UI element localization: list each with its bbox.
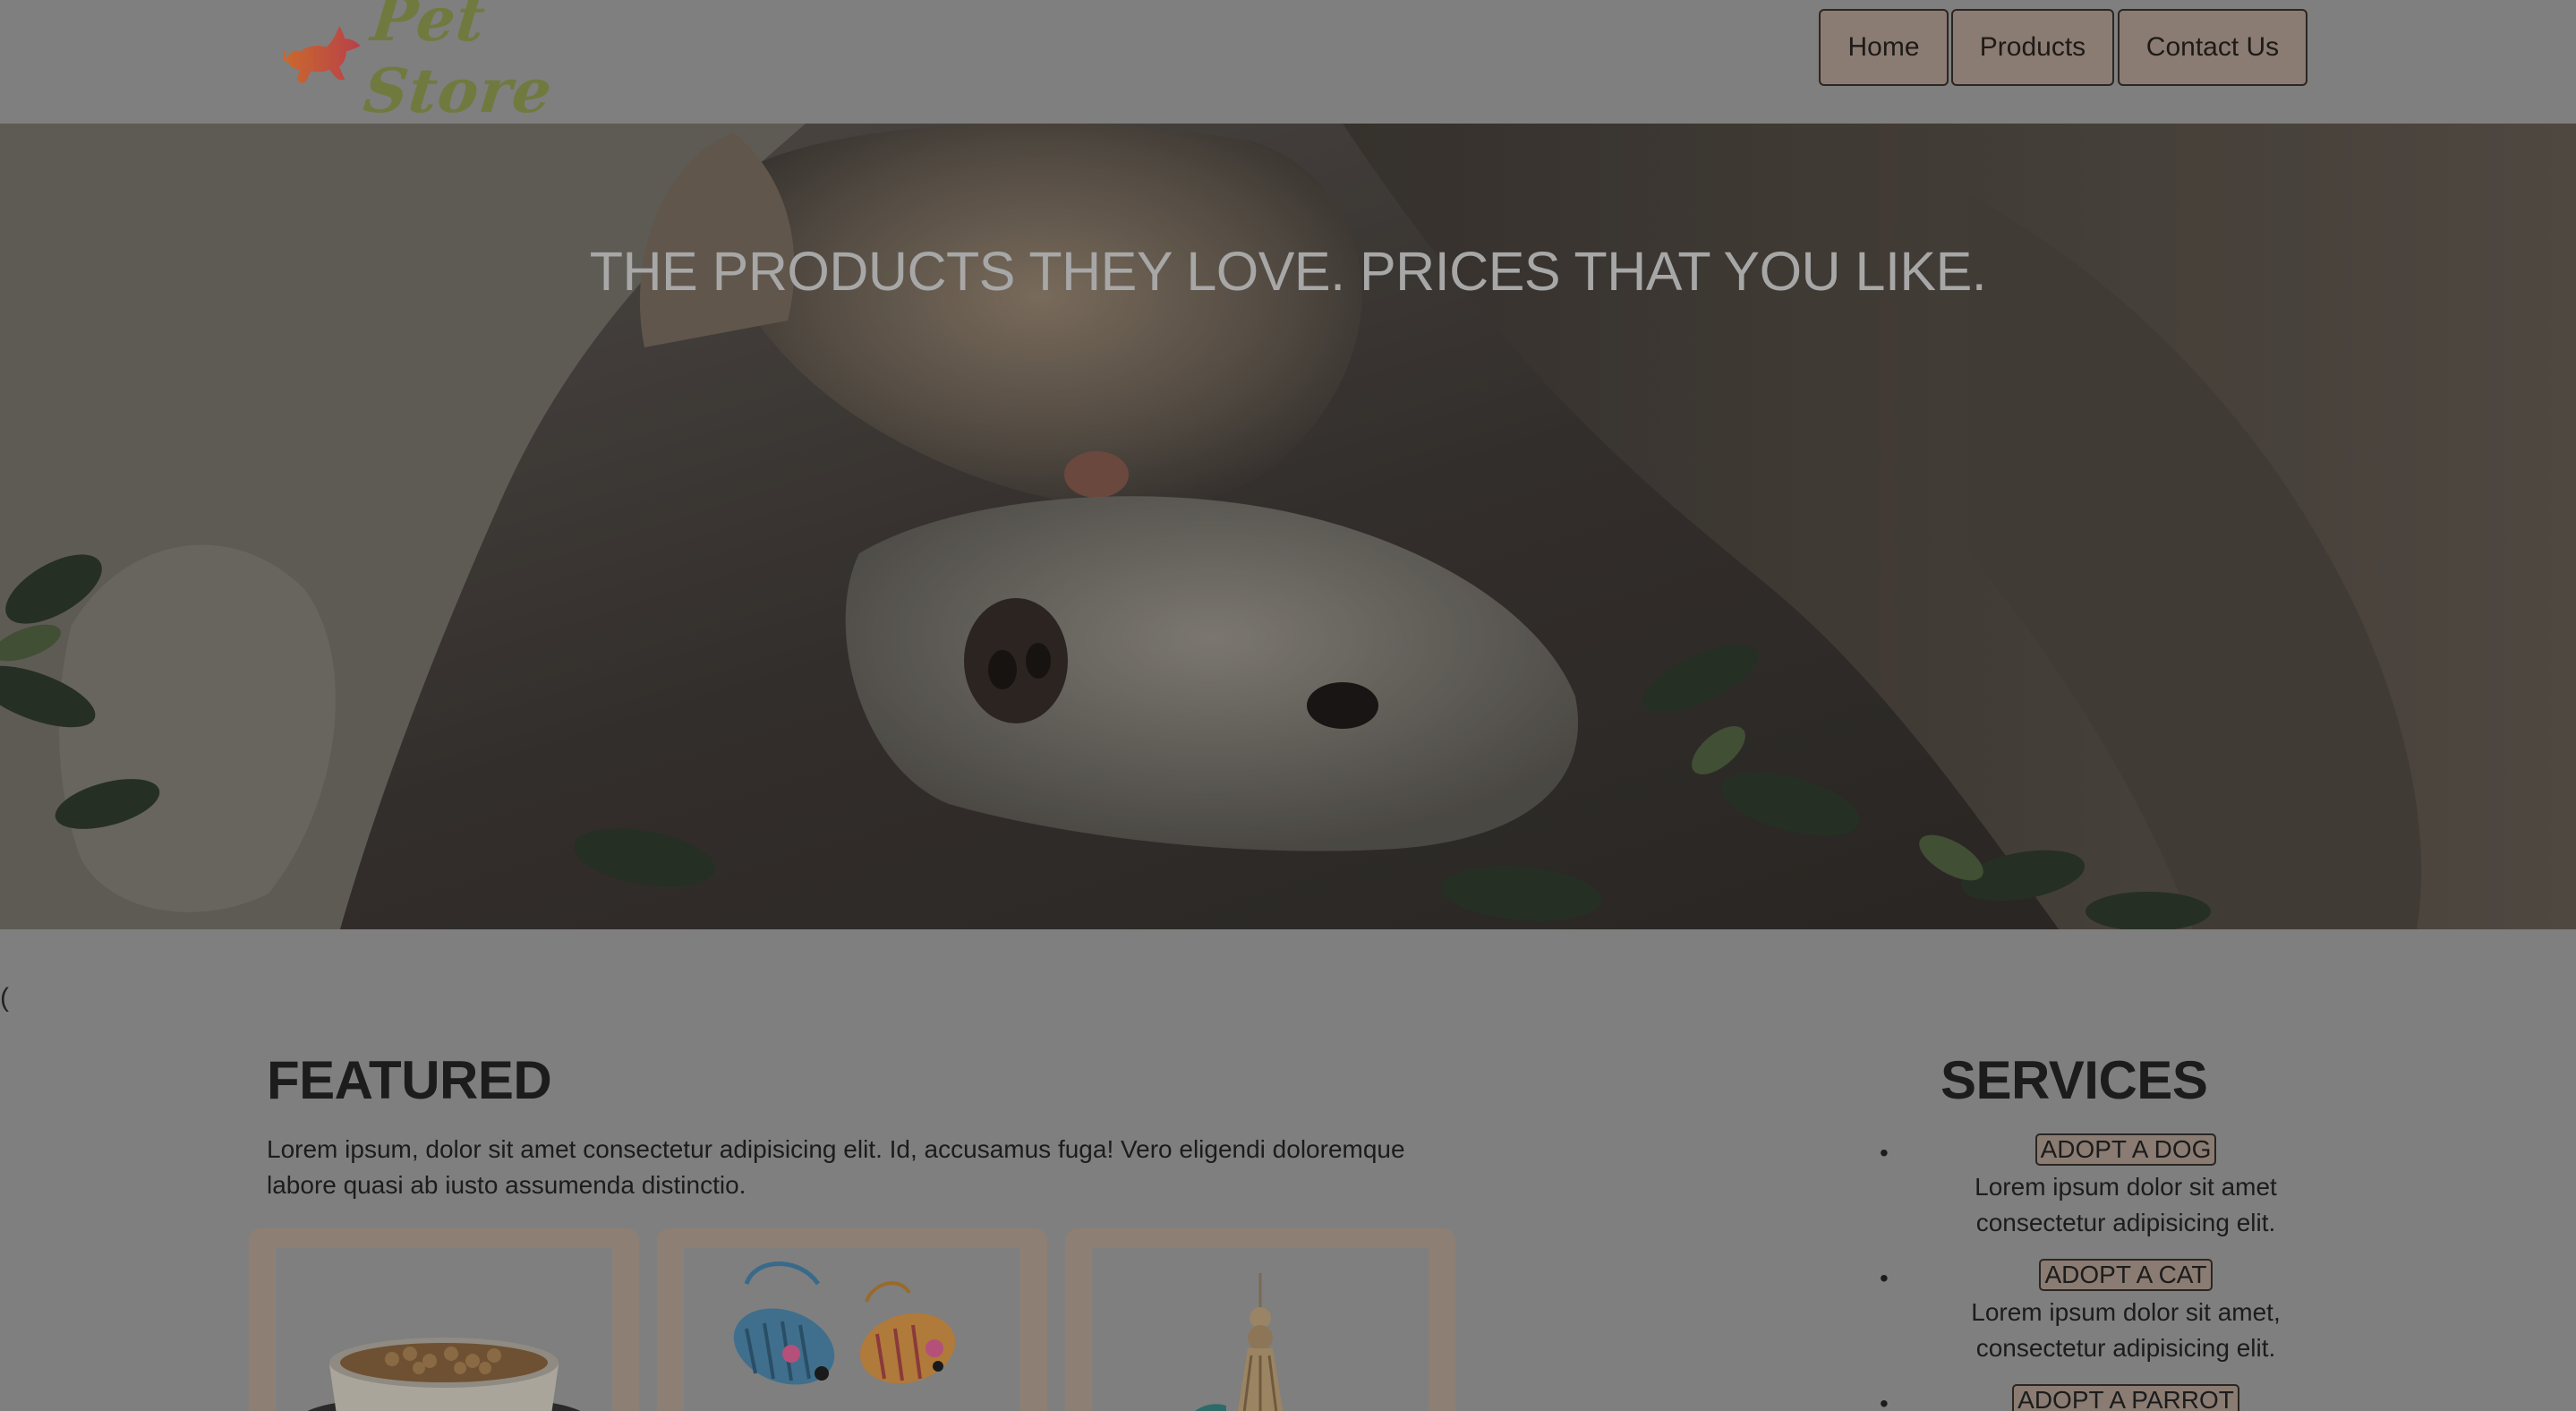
product-card[interactable] xyxy=(1065,1228,1455,1411)
pet-food-bowl-icon xyxy=(307,1338,581,1411)
nav-contact-us-button[interactable]: Contact Us xyxy=(2118,9,2307,86)
pet-food-bowl-image xyxy=(276,1248,612,1411)
logo[interactable]: Pet Store xyxy=(283,0,623,127)
toy-mice-icon xyxy=(733,1261,956,1385)
toy-mice-image xyxy=(684,1248,1020,1411)
list-bullet: • xyxy=(1880,1390,1889,1411)
nav-home-button[interactable]: Home xyxy=(1819,9,1949,86)
adopt-parrot-button[interactable]: ADOPT A PARROT xyxy=(2012,1384,2239,1411)
stray-text: ( xyxy=(0,983,9,1013)
services-title: SERVICES xyxy=(1941,1050,2208,1110)
running-dog-icon xyxy=(283,25,361,83)
bird-toy-icon xyxy=(1195,1273,1284,1411)
product-card[interactable] xyxy=(657,1228,1047,1411)
logo-text: Pet Store xyxy=(360,0,557,127)
service-button-wrap: ADOPT A CAT xyxy=(1915,1259,2336,1291)
hero-banner: THE PRODUCTS THEY LOVE. PRICES THAT YOU … xyxy=(0,124,2576,929)
service-description: Lorem ipsum dolor sit amet consectetur a… xyxy=(1975,1173,2277,1236)
adopt-cat-button[interactable]: ADOPT A CAT xyxy=(2039,1259,2213,1291)
list-bullet: • xyxy=(1880,1139,1889,1167)
adopt-dog-button[interactable]: ADOPT A DOG xyxy=(2034,1133,2217,1166)
product-card[interactable] xyxy=(249,1228,639,1411)
hero-tagline: THE PRODUCTS THEY LOVE. PRICES THAT YOU … xyxy=(589,241,1987,302)
nav-products-button[interactable]: Products xyxy=(1951,9,2114,86)
site-header: Pet Store Home Products Contact Us xyxy=(0,0,2576,127)
service-button-wrap: ADOPT A DOG xyxy=(1915,1133,2336,1166)
featured-title: FEATURED xyxy=(267,1050,552,1110)
service-button-wrap: ADOPT A PARROT xyxy=(1915,1384,2336,1411)
service-description: Lorem ipsum dolor sit amet, consectetur … xyxy=(1971,1298,2281,1362)
list-bullet: • xyxy=(1880,1264,1889,1292)
featured-description: Lorem ipsum, dolor sit amet consectetur … xyxy=(267,1135,1405,1199)
bird-toy-image xyxy=(1092,1248,1429,1411)
